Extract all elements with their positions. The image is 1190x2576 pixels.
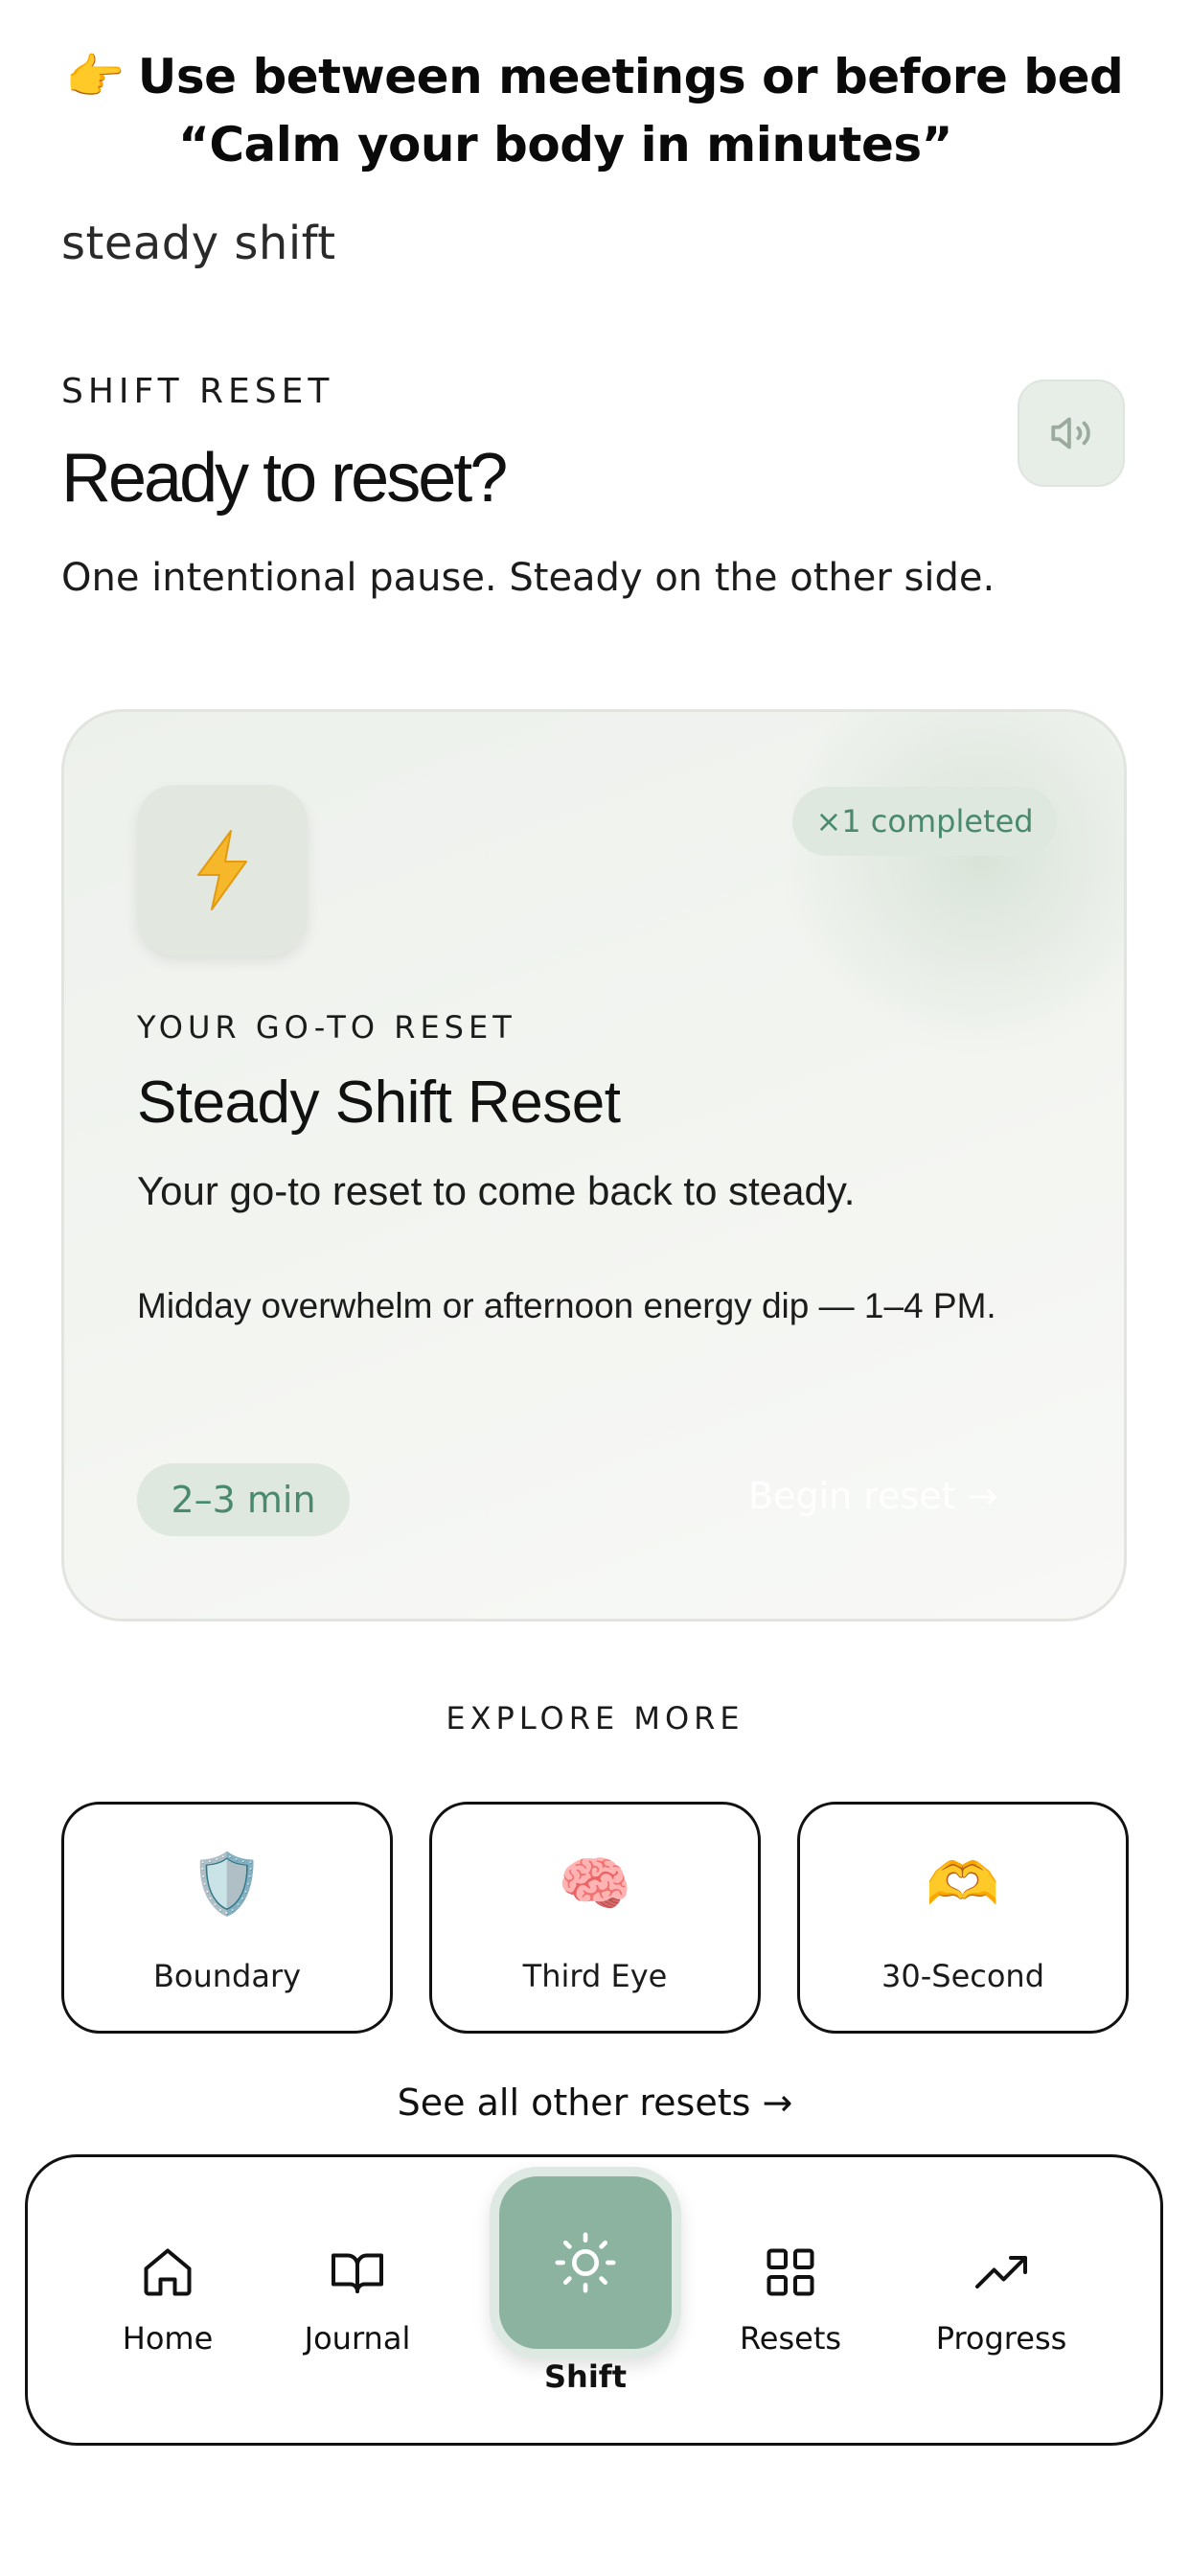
tab-home[interactable]: Home [81,2243,254,2357]
tab-label: Progress [935,2320,1067,2357]
book-icon [332,2253,383,2293]
page-subtitle: One intentional pause. Steady on the oth… [61,556,995,600]
tab-shift-label: Shift [543,2358,627,2395]
explore-tile-label: Third Eye [522,1958,668,1994]
brand-name: steady shift [61,217,336,270]
section-eyebrow: SHIFT RESET [61,372,334,411]
shield-icon: 🛡️ [190,1849,264,1919]
speaker-icon [1051,417,1090,449]
banner-text-2: “Calm your body in minutes” [178,117,952,172]
go-to-reset-card[interactable]: ×1 completed YOUR GO-TO RESET Steady Shi… [61,709,1127,1622]
sound-toggle-button[interactable] [1018,380,1125,487]
page-title: Ready to reset? [61,440,508,517]
explore-tile-boundary[interactable]: 🛡️ Boundary [61,1802,393,2034]
tab-journal[interactable]: Journal [271,2243,444,2357]
tab-label: Resets [739,2320,842,2357]
duration-badge: 2–3 min [137,1463,350,1536]
begin-reset-button[interactable]: Begin reset → [748,1475,997,1517]
card-eyebrow: YOUR GO-TO RESET [137,1009,516,1046]
tab-resets[interactable]: Resets [704,2243,877,2357]
tab-progress[interactable]: Progress [915,2243,1087,2357]
card-subtitle: Your go-to reset to come back to steady. [137,1168,856,1213]
card-title: Steady Shift Reset [137,1070,621,1136]
grid-icon [767,2248,814,2296]
explore-tile-third-eye[interactable]: 🧠 Third Eye [429,1802,761,2034]
banner-line-1: 👉 Use between meetings or before bed [65,38,1138,115]
tab-shift[interactable] [490,2167,681,2358]
bottom-tab-bar: Home Journal Shift Resets Progress [25,2154,1163,2446]
explore-more-heading: EXPLORE MORE [446,1700,744,1736]
pointing-hand-icon: 👉 [65,48,125,104]
reset-icon-tile [137,785,308,955]
completed-badge: ×1 completed [792,787,1057,856]
card-glow [779,712,1124,1057]
brain-icon: 🧠 [558,1849,632,1919]
home-icon [144,2248,192,2296]
trending-up-icon [975,2256,1027,2288]
explore-tile-label: Boundary [152,1958,302,1994]
explore-tile-30-second[interactable]: 🫶 30-Second [797,1802,1129,2034]
tab-label: Journal [304,2320,411,2357]
heart-hands-icon: 🫶 [926,1849,1000,1919]
card-description: Midday overwhelm or afternoon energy dip… [137,1286,996,1325]
tab-label: Home [122,2320,214,2357]
explore-tile-label: 30-Second [881,1958,1045,1994]
lightning-icon [197,830,247,910]
see-all-resets-link[interactable]: See all other resets → [0,2082,1190,2124]
banner-text-1: Use between meetings or before bed [137,49,1124,104]
sun-icon [555,2232,616,2293]
